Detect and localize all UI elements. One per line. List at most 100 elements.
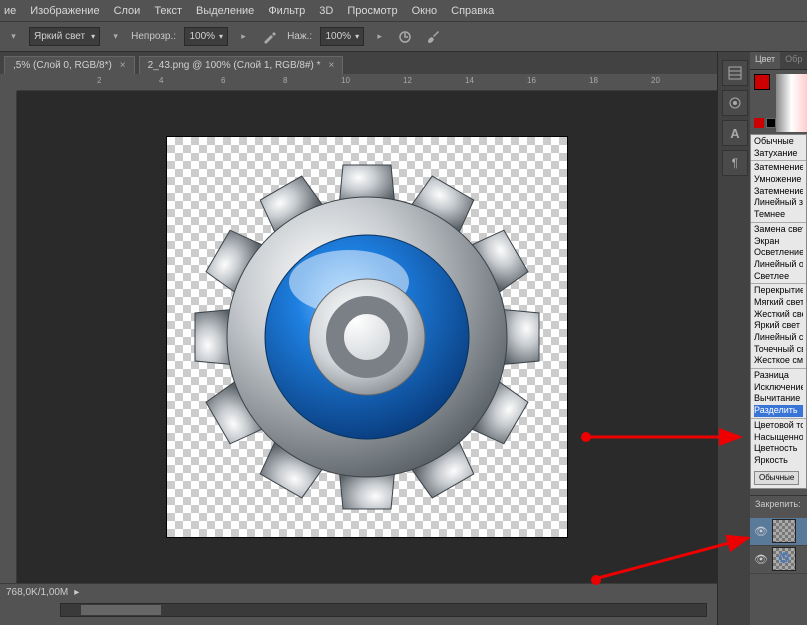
ruler-tick: 8 (283, 76, 287, 85)
ruler-tick: 18 (589, 76, 598, 85)
blend-item[interactable]: Цветность (754, 443, 803, 455)
menubar: ие Изображение Слои Текст Выделение Филь… (0, 0, 807, 22)
ruler-tick: 16 (527, 76, 536, 85)
chevron-right-icon[interactable]: ▸ (74, 587, 79, 598)
layer-row[interactable]: 👁 (750, 518, 807, 546)
blend-item[interactable]: Замена светл (754, 224, 803, 236)
blend-mode-select[interactable]: Яркий свет (29, 27, 100, 46)
tab[interactable]: 2_43.png @ 100% (Слой 1, RGB/8#) * × (139, 56, 344, 74)
ruler-tick: 12 (403, 76, 412, 85)
tab-label: ,5% (Слой 0, RGB/8*) (13, 60, 112, 71)
gear-hole (167, 137, 567, 537)
mini-swatch[interactable] (766, 118, 776, 128)
menu-item[interactable]: Фильтр (268, 5, 305, 17)
collapsed-dock: A ¶ (717, 52, 752, 625)
history-panel-icon[interactable] (722, 60, 748, 86)
color-panel-tabs: Цвет Обр (750, 52, 807, 70)
tab[interactable]: ,5% (Слой 0, RGB/8*) × (4, 56, 135, 74)
blend-item[interactable]: Умножение (754, 174, 803, 186)
ruler-tick: 6 (221, 76, 225, 85)
blend-item[interactable]: Яркий свет (754, 320, 803, 332)
blend-item[interactable]: Линейный ос (754, 259, 803, 271)
blend-item[interactable]: Осветление (754, 247, 803, 259)
lock-section: Закрепить: (750, 495, 807, 512)
menu-item[interactable]: Текст (154, 5, 182, 17)
menu-item[interactable]: Изображение (30, 5, 99, 17)
airbrush-icon[interactable] (259, 27, 279, 47)
opacity-label: Непрозр.: (131, 31, 176, 42)
ruler-tick: 20 (651, 76, 660, 85)
brush-icon[interactable] (423, 27, 443, 47)
foreground-color-swatch[interactable] (754, 74, 770, 90)
layers-panel: 👁 👁 (750, 518, 807, 574)
blend-item[interactable]: Светлее (754, 271, 803, 283)
opacity-chevron-icon[interactable]: ▸ (236, 29, 251, 44)
menu-item[interactable]: 3D (319, 5, 333, 17)
mini-swatch[interactable] (754, 118, 764, 128)
menu-item[interactable]: Справка (451, 5, 494, 17)
paragraph-panel-icon[interactable]: ¶ (722, 150, 748, 176)
properties-panel-icon[interactable] (722, 90, 748, 116)
blend-item[interactable]: Вычитание (754, 393, 803, 405)
menu-item[interactable]: ие (4, 5, 16, 17)
blend-item[interactable]: Обычные (754, 136, 803, 148)
ruler-tick: 10 (341, 76, 350, 85)
status-bar: 768,0K/1,00M ▸ (0, 583, 717, 600)
layer-thumbnail[interactable] (772, 519, 796, 543)
blend-item[interactable]: Цветовой то (754, 420, 803, 432)
ruler-vertical[interactable] (0, 91, 17, 583)
blend-item[interactable]: Насыщеннос (754, 432, 803, 444)
visibility-icon[interactable]: 👁 (754, 552, 768, 566)
tab-label: 2_43.png @ 100% (Слой 1, RGB/8#) * (148, 60, 321, 71)
fill-input[interactable]: 100% (320, 27, 364, 46)
close-icon[interactable]: × (329, 60, 335, 71)
document-canvas[interactable] (167, 137, 567, 537)
doc-size: 768,0K/1,00M (6, 587, 68, 598)
fill-label: Наж.: (287, 31, 312, 42)
color-panel (750, 70, 807, 134)
menu-item[interactable]: Просмотр (347, 5, 397, 17)
swatches-tab[interactable]: Обр (780, 52, 807, 69)
blend-item[interactable]: Яркость (754, 455, 803, 467)
blend-item[interactable]: Исключение (754, 382, 803, 394)
blend-item[interactable]: Экран (754, 236, 803, 248)
ruler-tick: 2 (97, 76, 101, 85)
blend-normal-button[interactable]: Обычные (754, 471, 799, 485)
options-bar: ▾ Яркий свет ▾ Непрозр.: 100% ▸ Наж.: 10… (0, 22, 807, 52)
blend-item[interactable]: Мягкий свет (754, 297, 803, 309)
blend-item[interactable]: Линейный св (754, 332, 803, 344)
menu-item[interactable]: Окно (412, 5, 438, 17)
close-icon[interactable]: × (120, 60, 126, 71)
blend-mode-list[interactable]: Обычные Затухание Затемнение Умножение З… (750, 134, 807, 489)
fill-chevron-icon[interactable]: ▸ (372, 29, 387, 44)
canvas-area[interactable] (17, 91, 717, 583)
menu-item[interactable]: Выделение (196, 5, 254, 17)
blend-chevron-icon[interactable]: ▾ (108, 29, 123, 44)
blend-item[interactable]: Затемнение (754, 162, 803, 174)
blend-item[interactable]: Жесткое сме (754, 355, 803, 367)
blend-item[interactable]: Точечный св (754, 344, 803, 356)
blend-item[interactable]: Темнее (754, 209, 803, 221)
blend-item[interactable]: Жесткий све (754, 309, 803, 321)
layer-thumbnail[interactable] (772, 547, 796, 571)
opacity-input[interactable]: 100% (184, 27, 228, 46)
tablet-pressure-icon[interactable] (395, 27, 415, 47)
tool-preset-icon[interactable]: ▾ (6, 29, 21, 44)
visibility-icon[interactable]: 👁 (754, 524, 768, 538)
layer-row[interactable]: 👁 (750, 546, 807, 574)
blend-item[interactable]: Перекрытие (754, 285, 803, 297)
ruler-horizontal[interactable]: 2 4 6 8 10 12 14 16 18 20 (17, 74, 717, 91)
color-tab[interactable]: Цвет (750, 52, 780, 69)
scroll-thumb[interactable] (81, 605, 161, 615)
blend-item[interactable]: Разделить (754, 405, 803, 417)
character-panel-icon[interactable]: A (722, 120, 748, 146)
lock-label: Закрепить: (755, 499, 801, 509)
ruler-tick: 14 (465, 76, 474, 85)
blend-item[interactable]: Линейный за (754, 197, 803, 209)
color-ramp[interactable] (776, 74, 807, 132)
menu-item[interactable]: Слои (114, 5, 141, 17)
scrollbar-horizontal[interactable] (60, 603, 707, 617)
blend-item[interactable]: Разница (754, 370, 803, 382)
blend-item[interactable]: Затемнение о (754, 186, 803, 198)
blend-item[interactable]: Затухание (754, 148, 803, 160)
